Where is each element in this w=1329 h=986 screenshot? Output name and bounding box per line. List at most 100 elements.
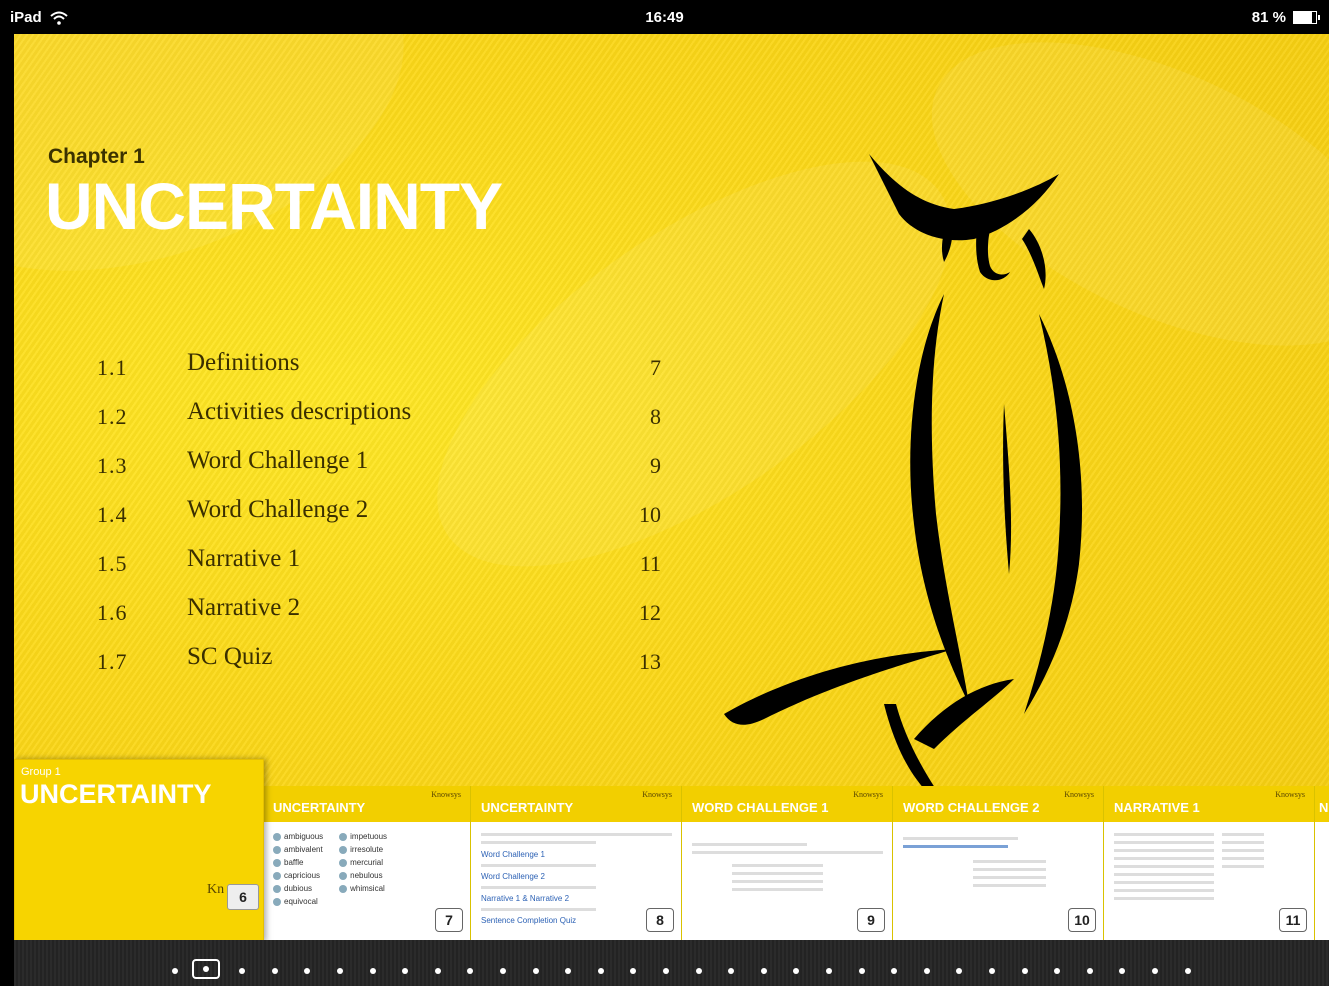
publisher-logo: Knowsys: [853, 790, 883, 799]
word-item: capricious: [273, 871, 323, 880]
thumb-title: WORD CHALLENGE 1: [692, 800, 829, 815]
page-dot[interactable]: [434, 968, 441, 974]
thumb-title: NARRATIVE 1: [1114, 800, 1200, 815]
word-item: equivocal: [273, 897, 323, 906]
page-dot[interactable]: [858, 968, 865, 974]
page-dot[interactable]: [1054, 968, 1061, 974]
word-item: whimsical: [339, 884, 387, 893]
page-dot[interactable]: [1152, 968, 1158, 974]
page-thumbnail[interactable]: N: [1314, 786, 1329, 940]
page-number: 7: [435, 908, 463, 932]
thumb-title: UNCERTAINTY: [20, 779, 212, 809]
toc-number: 1.1: [97, 355, 128, 380]
current-page-indicator[interactable]: [192, 959, 220, 979]
page-dot[interactable]: [337, 968, 343, 974]
page-dot[interactable]: [989, 968, 995, 974]
page-dot[interactable]: [597, 968, 604, 974]
publisher-logo: Knowsys: [431, 790, 461, 799]
toc-page: 13: [639, 649, 661, 674]
thumb-title: UNCERTAINTY: [273, 800, 366, 815]
thumb-group-label: Group 1: [21, 766, 61, 778]
publisher-logo: Knowsys: [1064, 790, 1094, 799]
page-dot[interactable]: [956, 968, 963, 974]
word-item: dubious: [273, 884, 323, 893]
battery-icon: [1293, 11, 1320, 24]
publisher-logo: Knowsys: [642, 790, 672, 799]
page-dot[interactable]: [695, 968, 702, 974]
page-dot[interactable]: [760, 968, 767, 974]
toc-number: 1.5: [97, 551, 128, 576]
word-item: irresolute: [339, 845, 387, 854]
page-scrubber[interactable]: [14, 940, 1329, 986]
page-thumbnail[interactable]: NARRATIVE 1 Knowsys 11: [1103, 786, 1315, 940]
toc-title: Narrative 1: [187, 545, 301, 572]
publisher-logo: Knowsys: [1275, 790, 1305, 799]
toc-title: Definitions: [187, 349, 300, 376]
toc-row[interactable]: 1.5 Narrative 1 11: [97, 545, 661, 594]
thumb-link: Word Challenge 1: [481, 850, 545, 859]
word-item: ambivalent: [273, 845, 323, 854]
page-dot[interactable]: [1021, 968, 1028, 974]
toc-page: 11: [639, 551, 661, 576]
page-dot[interactable]: [500, 968, 506, 974]
current-page-thumbnail[interactable]: Group 1 UNCERTAINTY Kn 6: [14, 759, 264, 940]
toc-row[interactable]: 1.3 Word Challenge 1 9: [97, 447, 661, 496]
toc-row[interactable]: 1.4 Word Challenge 2 10: [97, 496, 661, 545]
chapter-page[interactable]: Chapter 1 UNCERTAINTY 1.1 Definitions 7 1.…: [14, 34, 1329, 940]
page-thumbnail[interactable]: UNCERTAINTY Knowsys ambiguous ambivalent …: [262, 786, 471, 940]
toc-title: SC Quiz: [187, 643, 273, 670]
toc-title: Activities descriptions: [187, 398, 412, 425]
thumb-title: UNCERTAINTY: [481, 800, 574, 815]
page-thumbnail[interactable]: UNCERTAINTY Knowsys Word Challenge 1 Word…: [470, 786, 682, 940]
page-dot[interactable]: [1119, 968, 1126, 974]
word-item: nebulous: [339, 871, 387, 880]
toc-page: 7: [650, 355, 661, 380]
page-dot[interactable]: [467, 968, 474, 974]
table-of-contents: 1.1 Definitions 7 1.2 Activities descriptio…: [97, 349, 661, 692]
toc-number: 1.4: [97, 502, 128, 527]
page-number: 8: [646, 908, 674, 932]
page-dot[interactable]: [826, 968, 832, 974]
page-dot[interactable]: [630, 968, 637, 974]
page-dot[interactable]: [728, 968, 735, 974]
page-dot[interactable]: [532, 968, 539, 974]
page-number: 11: [1279, 908, 1307, 932]
page-dot[interactable]: [663, 968, 669, 974]
page-dot[interactable]: [239, 968, 246, 974]
toc-row[interactable]: 1.7 SC Quiz 13: [97, 643, 661, 692]
toc-number: 1.6: [97, 600, 128, 625]
page-number: 9: [857, 908, 885, 932]
chapter-label: Chapter 1: [48, 145, 145, 168]
word-item: ambiguous: [273, 832, 323, 841]
clock: 16:49: [645, 9, 684, 26]
page-dot[interactable]: [402, 968, 409, 974]
word-item: mercurial: [339, 858, 387, 867]
page-dot[interactable]: [565, 968, 572, 974]
page-dot[interactable]: [793, 968, 800, 974]
page-dot[interactable]: [891, 968, 898, 974]
page-number: 6: [227, 884, 259, 910]
thumb-title: N: [1319, 800, 1329, 815]
page-number: 10: [1068, 908, 1096, 932]
thumb-link: Narrative 1 & Narrative 2: [481, 894, 570, 903]
page-dot[interactable]: [923, 968, 930, 974]
toc-number: 1.3: [97, 453, 128, 478]
toc-row[interactable]: 1.1 Definitions 7: [97, 349, 661, 398]
page-thumbnail-strip[interactable]: Group 1 UNCERTAINTY Kn 6 UNCERTAINTY Know…: [14, 759, 1329, 940]
status-bar: iPad 16:49 81 %: [0, 0, 1329, 34]
page-thumbnail[interactable]: WORD CHALLENGE 2 Knowsys 10: [892, 786, 1104, 940]
word-item: baffle: [273, 858, 323, 867]
page-dot[interactable]: [304, 968, 311, 974]
toc-page: 10: [639, 502, 661, 527]
page-thumbnail[interactable]: WORD CHALLENGE 1 Knowsys 9: [681, 786, 893, 940]
toc-row[interactable]: 1.2 Activities descriptions 8: [97, 398, 661, 447]
page-dot[interactable]: [369, 968, 376, 974]
word-item: impetuous: [339, 832, 387, 841]
page-dots[interactable]: [14, 940, 1329, 986]
page-dot[interactable]: [1086, 968, 1093, 974]
page-dot[interactable]: [1184, 968, 1191, 974]
toc-row[interactable]: 1.6 Narrative 2 12: [97, 594, 661, 643]
toc-number: 1.7: [97, 649, 128, 674]
page-dot[interactable]: [271, 968, 278, 974]
page-dot[interactable]: [172, 968, 178, 974]
